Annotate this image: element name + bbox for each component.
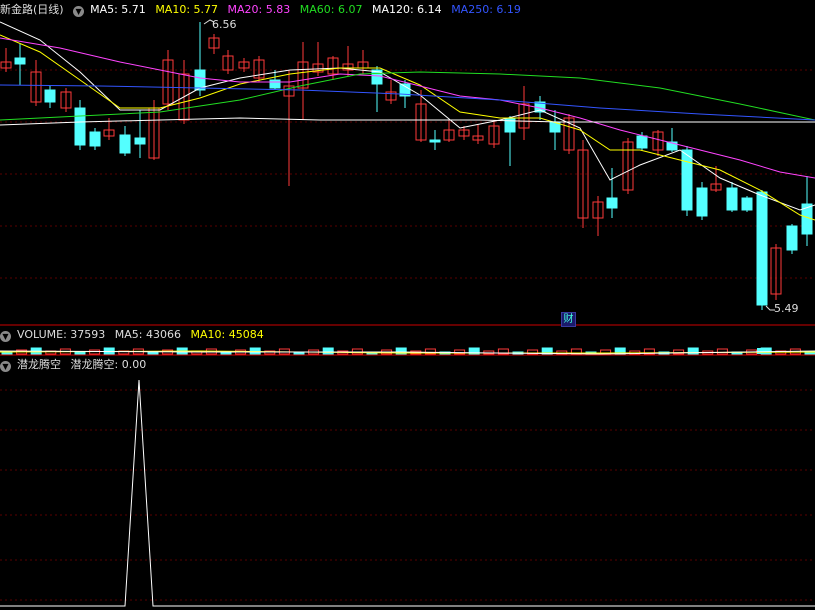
- ma120-line: [0, 117, 815, 126]
- candle-body: [726, 187, 738, 211]
- indicator-value: 潜龙腾空: 0.00: [70, 358, 147, 371]
- indicator-name[interactable]: 潜龙腾空: [17, 358, 61, 371]
- candle-body: [119, 134, 131, 154]
- volume-bar: [249, 347, 261, 355]
- volume-header: ▼ VOLUME: 37593 MA5: 43066 MA10: 45084: [0, 327, 270, 343]
- dropdown-circle-icon[interactable]: ▼: [73, 6, 85, 17]
- period-label[interactable]: (日线): [33, 3, 64, 16]
- ma5-line: [0, 21, 815, 211]
- candle-body: [696, 187, 708, 217]
- volume-bar: [757, 348, 767, 354]
- volume-ma5-value: MA5: 43066: [114, 328, 181, 341]
- candle-body: [681, 149, 693, 211]
- dropdown-circle-icon[interactable]: ▼: [0, 331, 11, 342]
- stock-name[interactable]: 新金路: [0, 3, 33, 16]
- candle-body: [74, 107, 86, 146]
- candle-body: [504, 117, 516, 133]
- finance-event-marker[interactable]: 财: [561, 312, 576, 327]
- ma5-value: MA5: 5.71: [90, 3, 146, 16]
- ma60-value: MA60: 6.07: [299, 3, 363, 16]
- volume-bar: [147, 351, 159, 355]
- indicator-header: ▼ 潜龙腾空 潜龙腾空: 0.00: [0, 357, 152, 373]
- ma10-value: MA10: 5.77: [155, 3, 219, 16]
- dropdown-circle-icon[interactable]: ▼: [0, 361, 11, 372]
- candle-body: [89, 131, 101, 147]
- candle-body: [786, 225, 798, 251]
- candle-body: [44, 89, 56, 103]
- low-price-label: 5.49: [774, 302, 799, 315]
- candle-body: [741, 197, 753, 211]
- main-chart-header: 新金路(日线) ▼ MA5: 5.71 MA10: 5.77 MA20: 5.83…: [0, 2, 527, 18]
- candle-body: [756, 191, 768, 306]
- high-price-label: 6.56: [212, 18, 237, 31]
- volume-bar: [716, 348, 728, 355]
- candle-body: [269, 79, 281, 89]
- volume-bar: [74, 351, 86, 355]
- ma20-value: MA20: 5.83: [227, 3, 291, 16]
- kline-chart-area[interactable]: [0, 0, 815, 610]
- volume-ma10-value: MA10: 45084: [190, 328, 264, 341]
- candle-body: [606, 197, 618, 209]
- indicator-line: [0, 379, 815, 607]
- candle-body: [14, 57, 26, 65]
- ma250-value: MA250: 6.19: [451, 3, 521, 16]
- candle-body: [429, 139, 441, 143]
- ma120-value: MA120: 6.14: [371, 3, 442, 16]
- candle-body: [134, 137, 146, 145]
- volume-value: VOLUME: 37593: [17, 328, 106, 341]
- volume-bar: [322, 347, 334, 355]
- candle-body: [636, 135, 648, 149]
